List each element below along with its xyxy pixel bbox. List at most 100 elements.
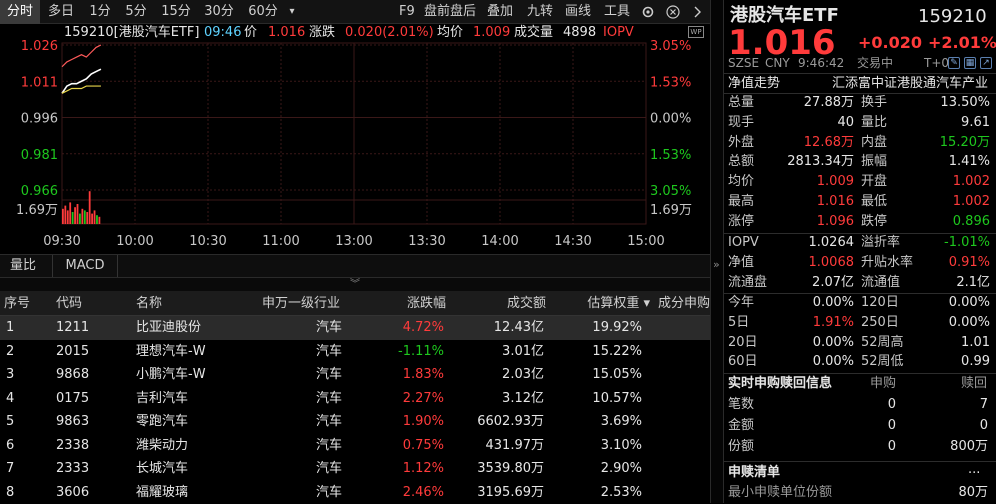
stat-value: 2813.34万 [774,153,854,171]
collapse-chevron-icon[interactable]: » [713,258,720,271]
redeem-label: 金额 [728,417,754,435]
cell-industry: 汽车 [262,340,342,364]
cell-code: 2015 [56,340,116,364]
table-row[interactable]: 83606福耀玻璃汽车2.46%3195.69万2.53% [0,481,710,504]
volume-bar [67,210,69,224]
stat-value: 40 [774,114,854,132]
cell-name: 零跑汽车 [136,410,246,434]
price-label: 价 [244,24,257,42]
col-code[interactable]: 代码 [56,291,82,316]
volume-bar [99,217,101,224]
stat-value: -1.01% [904,234,990,252]
expand-chevron-icon[interactable]: ︾ [0,278,710,291]
period-dropdown[interactable]: ▾ [285,0,299,24]
nine-turn-button[interactable]: 九转 [527,0,553,24]
table-row[interactable]: 62338潍柴动力汽车0.75%431.97万3.10% [0,434,710,458]
cell-industry: 汽车 [262,434,342,458]
nav-trend-label[interactable]: 净值走势 [728,75,780,93]
stat-value: 1.0068 [774,254,854,272]
cell-amount: 3.12亿 [450,387,544,411]
volume-label: 成交量 [514,24,553,42]
change-label: 涨跌 [309,24,335,42]
edit-icon[interactable]: ✎ [948,57,960,69]
tab-60min[interactable]: 60分 [244,0,282,24]
col-change[interactable]: 涨跌幅 [352,291,446,316]
cell-weight: 15.05% [556,363,642,387]
cell-code: 2338 [56,434,116,458]
volume-bar [81,209,83,224]
stat-value: 0.896 [904,213,990,231]
min-unit-value: 80万 [924,484,988,502]
stat-label: 流通值 [861,274,900,292]
more-button[interactable]: ... [968,461,980,479]
col-idx[interactable]: 序号 [4,291,30,316]
col-amount[interactable]: 成交额 [450,291,546,316]
tab-1min[interactable]: 1分 [84,0,116,24]
draw-line-button[interactable]: 画线 [565,0,591,24]
tab-intraday[interactable]: 分时 [0,0,40,24]
price-value: 1.016 [268,24,305,42]
security-code-name: 159210[港股汽车ETF] [64,24,199,42]
table-row[interactable]: 39868小鹏汽车-W汽车1.83%2.03亿15.05% [0,363,710,387]
panel-divider[interactable]: » [710,0,724,503]
close-icon[interactable] [666,0,682,24]
cell-change: 1.90% [352,410,444,434]
tab-30min[interactable]: 30分 [200,0,238,24]
tab-macd[interactable]: MACD [52,255,118,277]
stat-label: 250日 [861,314,899,332]
table-row[interactable]: 72333长城汽车汽车1.12%3539.80万2.90% [0,457,710,481]
stat-value: 27.88万 [774,94,854,112]
stat-value: 2.1亿 [904,274,990,292]
volume-bar [77,204,79,224]
y-tick-label: 0.996 [21,112,58,127]
gear-icon[interactable] [641,0,657,24]
stat-label: 总额 [728,153,754,171]
cell-code: 9868 [56,363,116,387]
cell-change: 1.83% [352,363,444,387]
redeem-label: 笔数 [728,396,754,414]
tools-button[interactable]: 工具 [604,0,630,24]
cell-name: 理想汽车-W [136,340,246,364]
cell-weight: 2.90% [556,457,642,481]
share-icon[interactable]: ↗ [980,57,992,69]
cell-change: -1.11% [352,340,444,364]
tab-volume-ratio[interactable]: 量比 [10,255,36,277]
stat-value: 15.20万 [904,134,990,152]
cell-change: 1.12% [352,457,444,481]
grid-icon[interactable]: ▦ [964,57,976,69]
tab-15min[interactable]: 15分 [157,0,195,24]
stat-value: 0.00% [904,314,990,332]
stat-value: 1.002 [904,173,990,191]
stat-value: 0.99 [904,353,990,371]
table-row[interactable]: 40175吉利汽车汽车2.27%3.12亿10.57% [0,387,710,411]
table-row[interactable]: 59863零跑汽车汽车1.90%6602.93万3.69% [0,410,710,434]
wp-icon[interactable]: WP [688,26,704,38]
fund-code: 159210 [918,6,987,28]
table-row[interactable]: 22015理想汽车-W汽车-1.11%3.01亿15.22% [0,340,710,364]
volume-bar [86,212,88,224]
f9-button[interactable]: F9 [399,0,415,24]
stat-label: 净值 [728,254,754,272]
col-name[interactable]: 名称 [136,291,162,316]
tab-multiday[interactable]: 多日 [42,0,80,24]
cell-amount: 3539.80万 [450,457,544,481]
cell-weight: 3.10% [556,434,642,458]
cell-amount: 3.01亿 [450,340,544,364]
y-tick-label-right: 1.53% [650,75,691,90]
volume-bar [62,209,64,224]
chevron-right-icon[interactable] [692,0,706,24]
table-row[interactable]: 11211比亚迪股份汽车4.72%12.43亿19.92% [0,316,710,340]
cell-amount: 12.43亿 [450,316,544,340]
stat-value: 2.07亿 [774,274,854,292]
cell-change: 2.46% [352,481,444,504]
cell-name: 福耀玻璃 [136,481,246,504]
col-weight[interactable]: 估算权重 ▾ [556,291,650,316]
overlay-button[interactable]: 叠加 [487,0,513,24]
cell-weight: 15.22% [556,340,642,364]
tab-5min[interactable]: 5分 [120,0,152,24]
pre-post-market-button[interactable]: 盘前盘后 [424,0,476,24]
col-subscribe[interactable]: 成分申购 [658,291,710,316]
col-industry[interactable]: 申万一级行业 [262,291,340,316]
cell-name: 小鹏汽车-W [136,363,246,387]
series-line-iopv [62,45,101,67]
